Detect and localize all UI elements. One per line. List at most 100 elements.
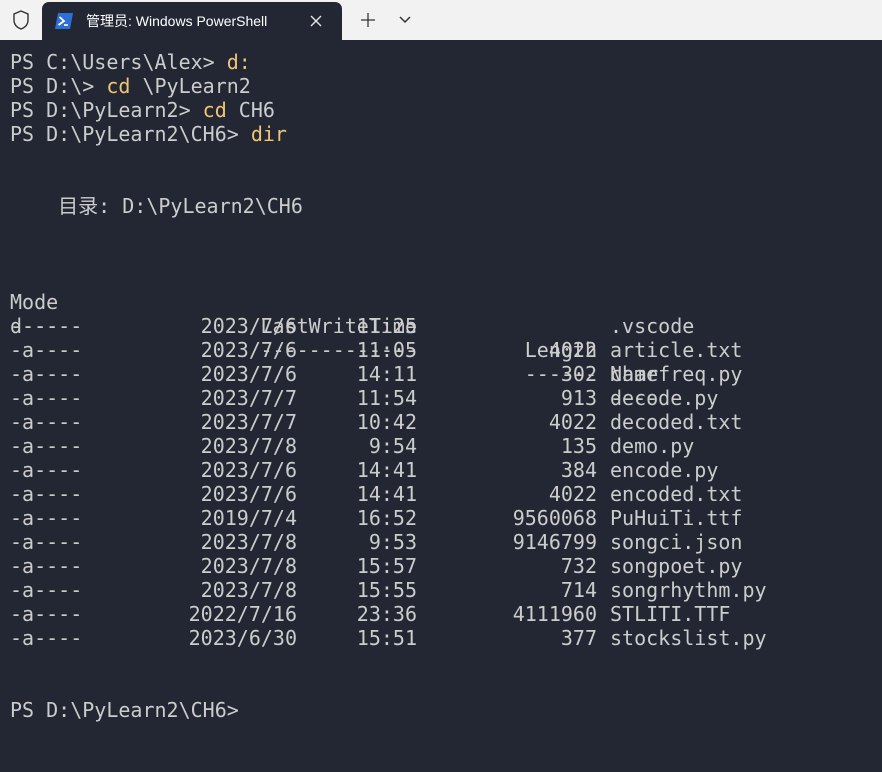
terminal-output[interactable]: PS C:\Users\Alex> d: PS D:\> cd \PyLearn…	[0, 40, 882, 772]
file-date: 2023/7/6	[200, 314, 297, 338]
file-name: songrhythm.py	[610, 578, 767, 602]
file-row: -a---- 2023/7/7 11:54 913 decode.py	[10, 386, 880, 410]
plus-icon	[361, 13, 375, 27]
history-line: PS D:\PyLearn2> cd CH6	[10, 98, 275, 122]
tab-powershell[interactable]: 管理员: Windows PowerShell	[42, 2, 342, 40]
current-prompt[interactable]: PS D:\PyLearn2\CH6>	[10, 698, 251, 722]
file-mode: -a----	[10, 602, 83, 626]
command: cd	[202, 98, 227, 122]
file-row: -a---- 2023/6/30 15:51 377 stockslist.py	[10, 626, 880, 650]
file-length: 732	[560, 554, 597, 578]
file-date: 2023/7/8	[200, 530, 297, 554]
file-row: -a---- 2023/7/8 9:53 9146799 songci.json	[10, 530, 880, 554]
file-time: 9:54	[368, 434, 417, 458]
file-time: 14:41	[356, 458, 417, 482]
history-line: PS D:\PyLearn2\CH6> dir	[10, 122, 287, 146]
file-length: 384	[560, 458, 597, 482]
tab-dropdown-button[interactable]	[390, 6, 420, 34]
file-mode: -a----	[10, 530, 83, 554]
file-name: decode.py	[610, 386, 719, 410]
file-length: 4111960	[512, 602, 597, 626]
file-time: 23:36	[356, 602, 417, 626]
powershell-icon	[54, 12, 74, 30]
prompt: PS C:\Users\Alex>	[10, 50, 227, 74]
file-name: .vscode	[610, 314, 695, 338]
file-name: charfreq.py	[610, 362, 743, 386]
shield-icon[interactable]	[4, 4, 38, 36]
file-name: decoded.txt	[610, 410, 743, 434]
file-time: 11:25	[356, 314, 417, 338]
file-row: -a---- 2023/7/6 14:41 384 encode.py	[10, 458, 880, 482]
history-line: PS C:\Users\Alex> d:	[10, 50, 251, 74]
file-time: 14:11	[356, 362, 417, 386]
file-length: 9560068	[512, 506, 597, 530]
new-tab-button[interactable]	[352, 6, 384, 34]
file-date: 2023/7/6	[200, 338, 297, 362]
file-row: -a---- 2023/7/8 15:55 714 songrhythm.py	[10, 578, 880, 602]
file-time: 10:42	[356, 410, 417, 434]
command: d:	[226, 50, 251, 74]
file-mode: -a----	[10, 338, 83, 362]
file-mode: d-----	[10, 314, 83, 338]
file-length: 4022	[548, 410, 597, 434]
tab-title: 管理员: Windows PowerShell	[86, 13, 268, 29]
prompt: PS D:\>	[10, 74, 107, 98]
file-row: -a---- 2023/7/8 15:57 732 songpoet.py	[10, 554, 880, 578]
file-mode: -a----	[10, 554, 83, 578]
file-length: 4022	[548, 338, 597, 362]
file-mode: -a----	[10, 362, 83, 386]
file-date: 2023/7/8	[200, 554, 297, 578]
listing-header: Mode LastWriteTime Length Name	[10, 266, 880, 386]
file-length: 913	[560, 386, 597, 410]
file-date: 2023/7/7	[200, 386, 297, 410]
file-name: PuHuiTi.ttf	[610, 506, 743, 530]
file-date: 2023/7/6	[200, 458, 297, 482]
prompt: PS D:\PyLearn2>	[10, 98, 203, 122]
file-name: songci.json	[610, 530, 743, 554]
file-date: 2023/7/6	[200, 482, 297, 506]
file-date: 2023/7/7	[200, 410, 297, 434]
file-name: stockslist.py	[610, 626, 767, 650]
file-row: -a---- 2022/7/16 23:36 4111960 STLITI.TTF	[10, 602, 880, 626]
file-row: -a---- 2023/7/6 14:41 4022 encoded.txt	[10, 482, 880, 506]
command: cd	[106, 74, 131, 98]
directory-line: 目录: D:\PyLearn2\CH6	[10, 194, 303, 218]
listing-underline: ---- ------------- ------ ----	[10, 290, 880, 410]
file-date: 2023/7/6	[200, 362, 297, 386]
file-name: STLITI.TTF	[610, 602, 731, 626]
file-date: 2023/6/30	[188, 626, 297, 650]
file-length: 714	[560, 578, 597, 602]
file-row: -a---- 2023/7/8 9:54 135 demo.py	[10, 434, 880, 458]
file-mode: -a----	[10, 506, 83, 530]
file-length: 302	[560, 362, 597, 386]
close-icon[interactable]	[306, 11, 326, 31]
file-mode: -a----	[10, 626, 83, 650]
file-name: article.txt	[610, 338, 743, 362]
file-date: 2023/7/8	[200, 578, 297, 602]
file-mode: -a----	[10, 578, 83, 602]
history-line: PS D:\> cd \PyLearn2	[10, 74, 251, 98]
chevron-down-icon	[399, 16, 411, 24]
file-row: -a---- 2023/7/6 14:11 302 charfreq.py	[10, 362, 880, 386]
file-name: encoded.txt	[610, 482, 743, 506]
file-time: 15:51	[356, 626, 417, 650]
command: dir	[250, 122, 287, 146]
file-date: 2019/7/4	[200, 506, 297, 530]
file-row: -a---- 2023/7/6 11:05 4022 article.txt	[10, 338, 880, 362]
file-length: 4022	[548, 482, 597, 506]
prompt: PS D:\PyLearn2\CH6>	[10, 698, 251, 722]
file-mode: -a----	[10, 458, 83, 482]
file-time: 14:41	[356, 482, 417, 506]
file-name: songpoet.py	[610, 554, 743, 578]
file-mode: -a----	[10, 410, 83, 434]
file-length: 377	[560, 626, 597, 650]
file-mode: -a----	[10, 386, 83, 410]
file-time: 16:52	[356, 506, 417, 530]
file-name: encode.py	[610, 458, 719, 482]
file-time: 15:55	[356, 578, 417, 602]
file-time: 11:05	[356, 338, 417, 362]
file-date: 2023/7/8	[200, 434, 297, 458]
command-args: CH6	[226, 98, 275, 122]
file-time: 9:53	[368, 530, 417, 554]
file-row: d----- 2023/7/6 11:25 .vscode	[10, 314, 880, 338]
